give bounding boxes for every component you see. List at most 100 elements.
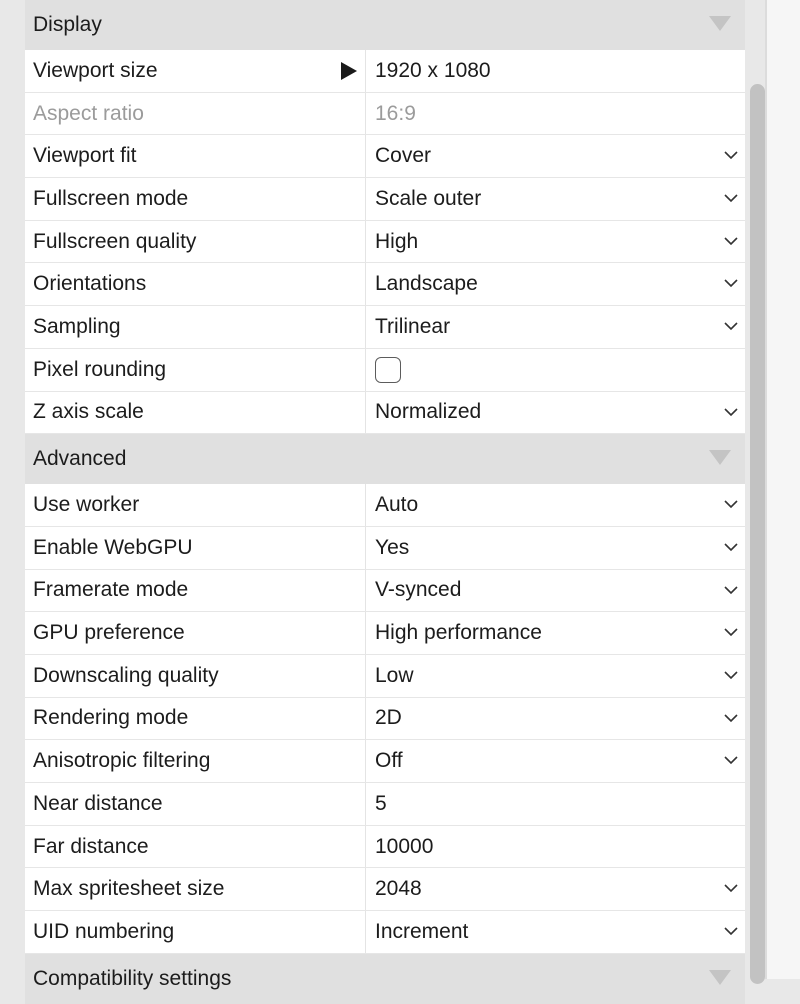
prop-dropdown[interactable]: Low <box>366 655 745 697</box>
prop-label: Viewport fit <box>25 135 366 178</box>
prop-dropdown[interactable]: Increment <box>366 911 745 953</box>
chevron-down-icon[interactable] <box>723 277 739 289</box>
prop-row-uid-numbering: UID numbering Increment <box>25 911 745 954</box>
prop-value-text: Scale outer <box>375 186 482 210</box>
prop-label-text: Viewport fit <box>33 144 137 168</box>
prop-value-text: Auto <box>375 493 419 517</box>
chevron-down-icon[interactable] <box>723 149 739 161</box>
prop-label-text: GPU preference <box>33 621 185 645</box>
triangle-down-icon[interactable] <box>709 969 731 985</box>
prop-dropdown[interactable]: High performance <box>366 612 745 654</box>
chevron-down-icon[interactable] <box>723 320 739 332</box>
prop-value[interactable]: 1920 x 1080 <box>366 50 745 92</box>
prop-label-text: Anisotropic filtering <box>33 749 211 773</box>
prop-dropdown[interactable]: Normalized <box>366 392 745 434</box>
prop-dropdown[interactable]: High <box>366 221 745 263</box>
prop-dropdown[interactable]: Scale outer <box>366 178 745 220</box>
prop-dropdown[interactable]: Yes <box>366 527 745 569</box>
chevron-down-icon[interactable] <box>723 754 739 766</box>
prop-label: Fullscreen quality <box>25 220 366 263</box>
triangle-down-icon[interactable] <box>709 16 731 31</box>
prop-row-z-axis-scale: Z axis scale Normalized <box>25 391 745 435</box>
prop-label: Use worker <box>25 484 366 526</box>
prop-dropdown[interactable]: Landscape <box>366 263 745 305</box>
prop-label-text: Near distance <box>33 791 163 815</box>
prop-label: Near distance <box>25 783 366 825</box>
prop-label-text: Rendering mode <box>33 706 189 730</box>
triangle-down-icon[interactable] <box>709 450 731 466</box>
prop-row-near-distance: Near distance 5 <box>25 783 745 826</box>
scrollbar-thumb[interactable] <box>750 84 765 984</box>
prop-row-aspect-ratio: Aspect ratio 16:9 <box>25 92 745 136</box>
prop-label: Rendering mode <box>25 697 366 740</box>
prop-row-anisotropic-filtering: Anisotropic filtering Off <box>25 740 745 783</box>
chevron-down-icon[interactable] <box>723 925 739 937</box>
chevron-down-icon[interactable] <box>723 498 739 510</box>
prop-dropdown[interactable]: Trilinear <box>366 306 745 348</box>
prop-dropdown[interactable]: 2048 <box>366 868 745 910</box>
prop-value-text: Normalized <box>375 400 482 424</box>
prop-value-text: 1920 x 1080 <box>375 58 491 82</box>
prop-label: Downscaling quality <box>25 654 366 697</box>
triangle-right-icon[interactable] <box>341 62 357 80</box>
section-header-display[interactable]: Display <box>25 0 745 50</box>
prop-label-text: Sampling <box>33 314 121 338</box>
prop-dropdown[interactable]: Cover <box>366 135 745 177</box>
chevron-down-icon[interactable] <box>723 541 739 553</box>
prop-value-text: High performance <box>375 621 542 645</box>
prop-label: UID numbering <box>25 911 366 953</box>
prop-value-text: V-synced <box>375 578 462 602</box>
chevron-down-icon[interactable] <box>723 626 739 638</box>
chevron-down-icon[interactable] <box>723 235 739 247</box>
prop-label-text: Downscaling quality <box>33 663 219 687</box>
prop-dropdown[interactable]: V-synced <box>366 570 745 612</box>
prop-row-viewport-fit: Viewport fit Cover <box>25 135 745 179</box>
prop-label-text: Enable WebGPU <box>33 535 193 559</box>
section-header-advanced[interactable]: Advanced <box>25 434 745 485</box>
chevron-down-icon[interactable] <box>723 882 739 894</box>
prop-value-text: Cover <box>375 144 432 168</box>
prop-dropdown[interactable]: 2D <box>366 698 745 740</box>
prop-value-text: 2D <box>375 706 402 730</box>
chevron-down-icon[interactable] <box>723 192 739 204</box>
prop-label: Pixel rounding <box>25 348 366 391</box>
chevron-down-icon[interactable] <box>723 406 739 418</box>
prop-label-text: Viewport size <box>33 58 158 82</box>
prop-label: Orientations <box>25 263 366 306</box>
prop-value-text: Low <box>375 663 414 687</box>
prop-row-orientations: Orientations Landscape <box>25 263 745 307</box>
prop-label: Sampling <box>25 306 366 348</box>
prop-row-viewport-size: Viewport size 1920 x 1080 <box>25 50 745 93</box>
prop-value-text: 16:9 <box>375 101 416 125</box>
prop-label-text: Aspect ratio <box>33 101 144 125</box>
prop-value-text: 2048 <box>375 877 422 901</box>
right-strip <box>765 0 800 979</box>
prop-label: Fullscreen mode <box>25 178 366 220</box>
prop-row-enable-webgpu: Enable WebGPU Yes <box>25 526 745 570</box>
prop-label-text: Pixel rounding <box>33 357 167 381</box>
prop-dropdown[interactable]: Auto <box>366 484 745 526</box>
prop-number-input[interactable]: 5 <box>366 783 745 825</box>
prop-value-text: Increment <box>375 919 469 943</box>
prop-row-sampling: Sampling Trilinear <box>25 306 745 349</box>
pixel-rounding-checkbox[interactable] <box>375 356 401 383</box>
prop-label: Z axis scale <box>25 391 366 434</box>
prop-row-framerate-mode: Framerate mode V-synced <box>25 569 745 613</box>
prop-label-text: Orientations <box>33 272 147 296</box>
prop-label-text: Framerate mode <box>33 578 189 602</box>
prop-value-text: Yes <box>375 535 410 559</box>
prop-row-downscaling-quality: Downscaling quality Low <box>25 654 745 698</box>
prop-value-text: Landscape <box>375 272 478 296</box>
prop-dropdown[interactable]: Off <box>366 740 745 782</box>
prop-row-rendering-mode: Rendering mode 2D <box>25 697 745 741</box>
prop-row-use-worker: Use worker Auto <box>25 484 745 527</box>
prop-label: Anisotropic filtering <box>25 740 366 782</box>
chevron-down-icon[interactable] <box>723 712 739 724</box>
properties-panel: Display Viewport size 1920 x 1080 Aspect… <box>25 0 745 1004</box>
chevron-down-icon[interactable] <box>723 669 739 681</box>
prop-number-input[interactable]: 10000 <box>366 826 745 868</box>
prop-row-max-spritesheet-size: Max spritesheet size 2048 <box>25 868 745 912</box>
chevron-down-icon[interactable] <box>723 584 739 596</box>
prop-value-text: Off <box>375 749 403 773</box>
prop-value-text: Trilinear <box>375 314 451 338</box>
